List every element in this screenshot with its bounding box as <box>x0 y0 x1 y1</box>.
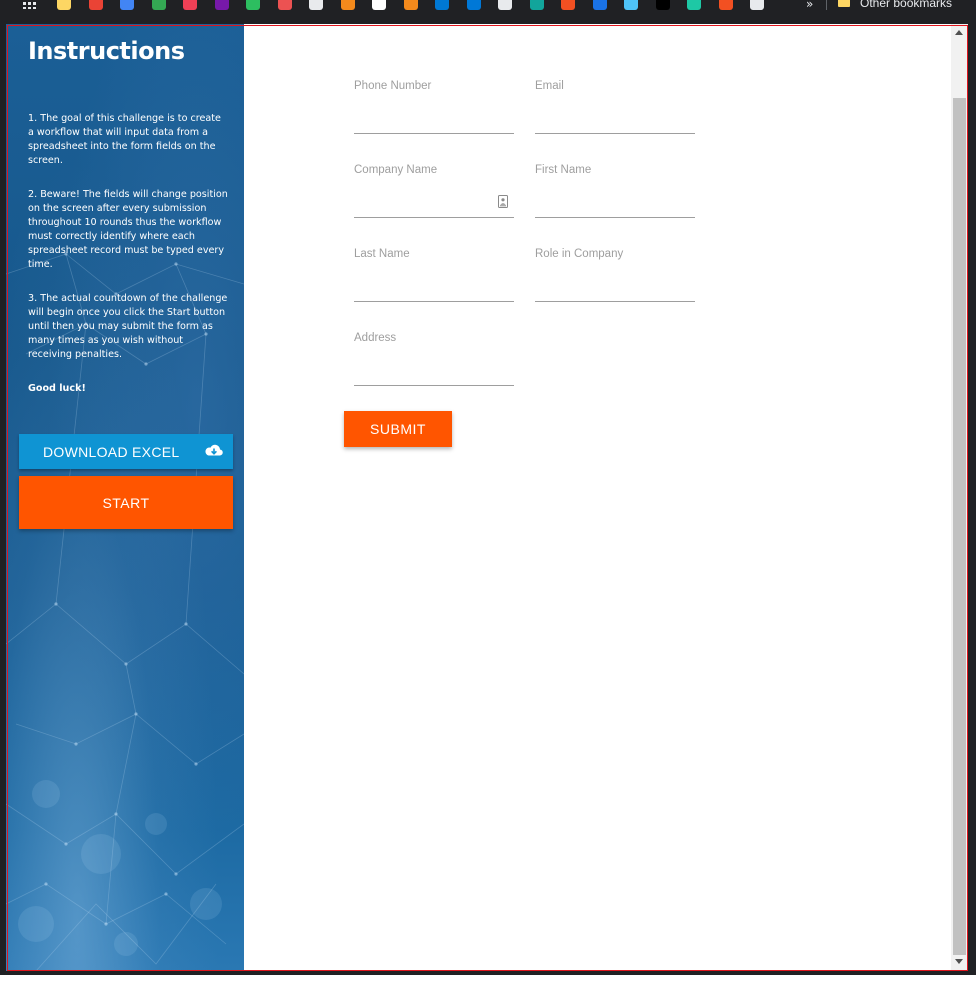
smiley-icon[interactable] <box>624 0 638 10</box>
page-viewport: Instructions 1. The goal of this challen… <box>6 24 968 971</box>
start-button[interactable]: START <box>19 476 233 529</box>
person-icon[interactable] <box>309 0 323 10</box>
r-icon[interactable] <box>655 0 670 10</box>
scroll-up-arrow-icon[interactable] <box>955 30 963 35</box>
pocket-icon[interactable] <box>183 0 197 10</box>
instructions-title: Instructions <box>28 37 185 65</box>
bookmarks-separator <box>826 0 827 10</box>
role-in-company-label: Role in Company <box>535 248 624 260</box>
last-name-input[interactable] <box>354 274 514 302</box>
folder-bookmark-icon[interactable] <box>57 0 71 10</box>
company-name-input[interactable] <box>354 190 514 218</box>
first-name-input[interactable] <box>535 190 695 218</box>
phone-number-label: Phone Number <box>354 80 432 92</box>
instruction-paragraph-2: 2. Beware! The fields will change positi… <box>28 189 228 270</box>
apps-grid-icon[interactable] <box>23 0 37 9</box>
e-icon[interactable] <box>687 0 701 10</box>
instruction-paragraph-1: 1. The goal of this challenge is to crea… <box>28 113 221 166</box>
first-name-field: First Name <box>535 164 695 222</box>
sheets-icon[interactable] <box>151 0 166 10</box>
rocket-icon[interactable] <box>750 0 764 10</box>
good-luck-text: Good luck! <box>28 383 86 394</box>
email-field: Email <box>535 80 695 138</box>
last-name-field: Last Name <box>354 248 514 306</box>
cloud-download-icon <box>205 444 223 456</box>
calendar-icon[interactable] <box>120 0 134 10</box>
address-input[interactable] <box>354 358 514 386</box>
orange-cube-icon[interactable] <box>340 0 355 10</box>
blue-diamond-icon[interactable] <box>592 0 607 10</box>
contact-card-icon <box>498 195 508 208</box>
bookmarks-bar: » Other bookmarks <box>0 0 976 14</box>
bookmarks-overflow-button[interactable]: » <box>806 0 813 11</box>
github-icon[interactable] <box>498 0 512 10</box>
download-excel-button[interactable]: DOWNLOAD EXCEL <box>19 434 233 469</box>
company-name-field: Company Name <box>354 164 514 222</box>
phone-number-input[interactable] <box>354 106 514 134</box>
phone-number-field: Phone Number <box>354 80 514 138</box>
microsoft-icon[interactable] <box>561 0 575 10</box>
folder-icon <box>838 0 850 7</box>
last-name-label: Last Name <box>354 248 410 260</box>
orange-cube-icon-2[interactable] <box>403 0 418 10</box>
role-in-company-field: Role in Company <box>535 248 695 306</box>
role-in-company-input[interactable] <box>535 274 695 302</box>
email-input[interactable] <box>535 106 695 134</box>
submit-button[interactable]: SUBMIT <box>344 411 452 447</box>
amazon-icon[interactable] <box>372 0 386 10</box>
scroll-down-arrow-icon[interactable] <box>955 959 963 964</box>
gmail-icon[interactable] <box>88 0 103 10</box>
instructions-panel: Instructions 1. The goal of this challen… <box>6 24 244 971</box>
download-excel-label: DOWNLOAD EXCEL <box>43 444 180 460</box>
microsoft-icon-2[interactable] <box>718 0 733 10</box>
vertical-scrollbar[interactable] <box>951 24 968 971</box>
onenote-icon[interactable] <box>214 0 229 10</box>
bottom-strip <box>0 975 976 996</box>
company-name-label: Company Name <box>354 164 438 176</box>
other-bookmarks[interactable]: Other bookmarks <box>860 0 952 10</box>
address-field: Address <box>354 332 514 390</box>
azure-icon[interactable] <box>435 0 449 10</box>
teal-drop-icon[interactable] <box>529 0 544 10</box>
udemy-icon[interactable] <box>277 0 292 10</box>
first-name-label: First Name <box>535 164 592 176</box>
devops-icon[interactable] <box>466 0 481 10</box>
evernote-icon[interactable] <box>246 0 260 10</box>
instruction-paragraph-3: 3. The actual countdown of the challenge… <box>28 293 228 360</box>
email-label: Email <box>535 80 564 92</box>
scrollbar-thumb[interactable] <box>953 98 966 955</box>
address-label: Address <box>354 332 397 344</box>
